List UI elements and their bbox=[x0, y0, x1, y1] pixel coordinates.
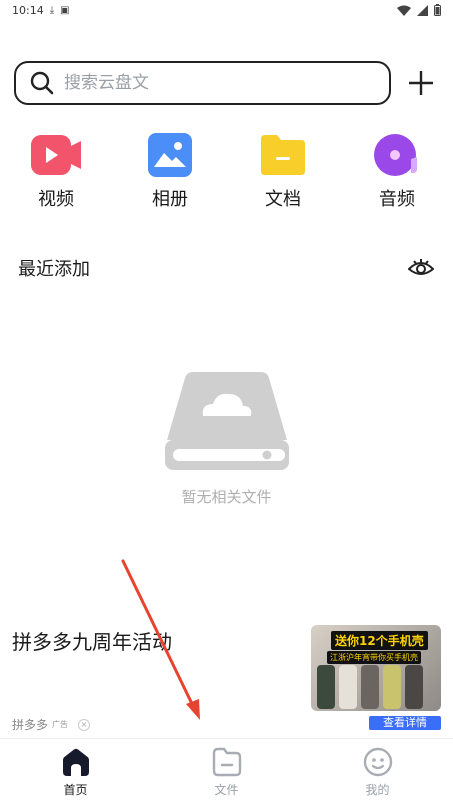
ad-close-button[interactable]: × bbox=[78, 718, 91, 731]
status-time: 10:14 bbox=[12, 3, 44, 17]
notification-icon: ▣ bbox=[60, 4, 70, 16]
ad-cta-button[interactable]: 查看详情 bbox=[369, 716, 441, 730]
visibility-toggle[interactable] bbox=[407, 254, 435, 282]
empty-state: 暂无相关文件 bbox=[0, 370, 453, 507]
category-audio[interactable]: 音频 bbox=[357, 133, 437, 211]
search-row bbox=[14, 61, 439, 105]
status-bar: 10:14 ⤓ ▣ bbox=[0, 0, 453, 20]
folder-icon bbox=[261, 135, 305, 175]
ad-thumbnail[interactable]: 送你12个手机壳 江浙沪年宵带你买手机壳 bbox=[311, 625, 441, 711]
empty-drive-icon bbox=[164, 372, 289, 470]
category-label: 相册 bbox=[152, 189, 188, 210]
category-label: 文档 bbox=[265, 189, 301, 210]
ad-badge: 广告 bbox=[52, 720, 69, 729]
home-icon bbox=[62, 748, 89, 776]
category-photo[interactable]: 相册 bbox=[130, 133, 210, 211]
photo-icon bbox=[148, 133, 192, 177]
smiley-icon bbox=[363, 747, 392, 777]
music-icon bbox=[374, 134, 417, 176]
ad-thumb-caption: 送你12个手机壳 bbox=[331, 631, 428, 650]
search-input[interactable] bbox=[64, 73, 354, 93]
ad-source: 拼多多 bbox=[12, 718, 49, 732]
status-left: 10:14 ⤓ ▣ bbox=[12, 4, 70, 17]
plus-icon bbox=[409, 71, 433, 95]
ad-title: 拼多多九周年活动 bbox=[12, 630, 172, 654]
category-video[interactable]: 视频 bbox=[16, 133, 96, 211]
recent-header: 最近添加 bbox=[18, 254, 435, 282]
bottom-tab-bar: 首页 文件 我的 bbox=[0, 738, 453, 805]
tab-label: 首页 bbox=[63, 783, 88, 797]
search-icon bbox=[30, 71, 54, 95]
search-box[interactable] bbox=[14, 61, 391, 105]
ad-banner[interactable]: 拼多多九周年活动 拼多多 广告 × 送你12个手机壳 江浙沪年宵带你买手机壳 查… bbox=[0, 620, 453, 735]
tab-mine[interactable]: 我的 bbox=[302, 739, 453, 805]
tab-files[interactable]: 文件 bbox=[151, 739, 302, 805]
phone-case-image bbox=[405, 665, 423, 709]
category-label: 视频 bbox=[38, 189, 74, 210]
ad-thumb-subcaption: 江浙沪年宵带你买手机壳 bbox=[327, 651, 421, 664]
category-grid: 视频 相册 文档 音频 bbox=[0, 133, 453, 213]
download-icon: ⤓ bbox=[49, 4, 55, 16]
empty-text: 暂无相关文件 bbox=[181, 488, 272, 506]
phone-case-image bbox=[383, 665, 401, 709]
recent-title: 最近添加 bbox=[18, 259, 90, 280]
eye-icon bbox=[408, 259, 434, 275]
phone-case-image bbox=[339, 665, 357, 709]
tab-home[interactable]: 首页 bbox=[0, 739, 151, 805]
phone-case-image bbox=[361, 665, 379, 709]
ad-source-row: 拼多多 广告 × bbox=[12, 716, 91, 733]
add-button[interactable] bbox=[403, 65, 439, 101]
video-icon bbox=[31, 135, 81, 175]
tab-label: 文件 bbox=[214, 783, 239, 797]
category-label: 音频 bbox=[379, 189, 415, 210]
wifi-icon bbox=[397, 5, 411, 16]
signal-icon bbox=[417, 4, 428, 16]
category-document[interactable]: 文档 bbox=[243, 133, 323, 211]
tab-label: 我的 bbox=[365, 783, 390, 797]
phone-case-image bbox=[317, 665, 335, 709]
status-right bbox=[397, 4, 441, 16]
battery-icon bbox=[434, 4, 441, 16]
file-folder-icon bbox=[212, 747, 241, 777]
